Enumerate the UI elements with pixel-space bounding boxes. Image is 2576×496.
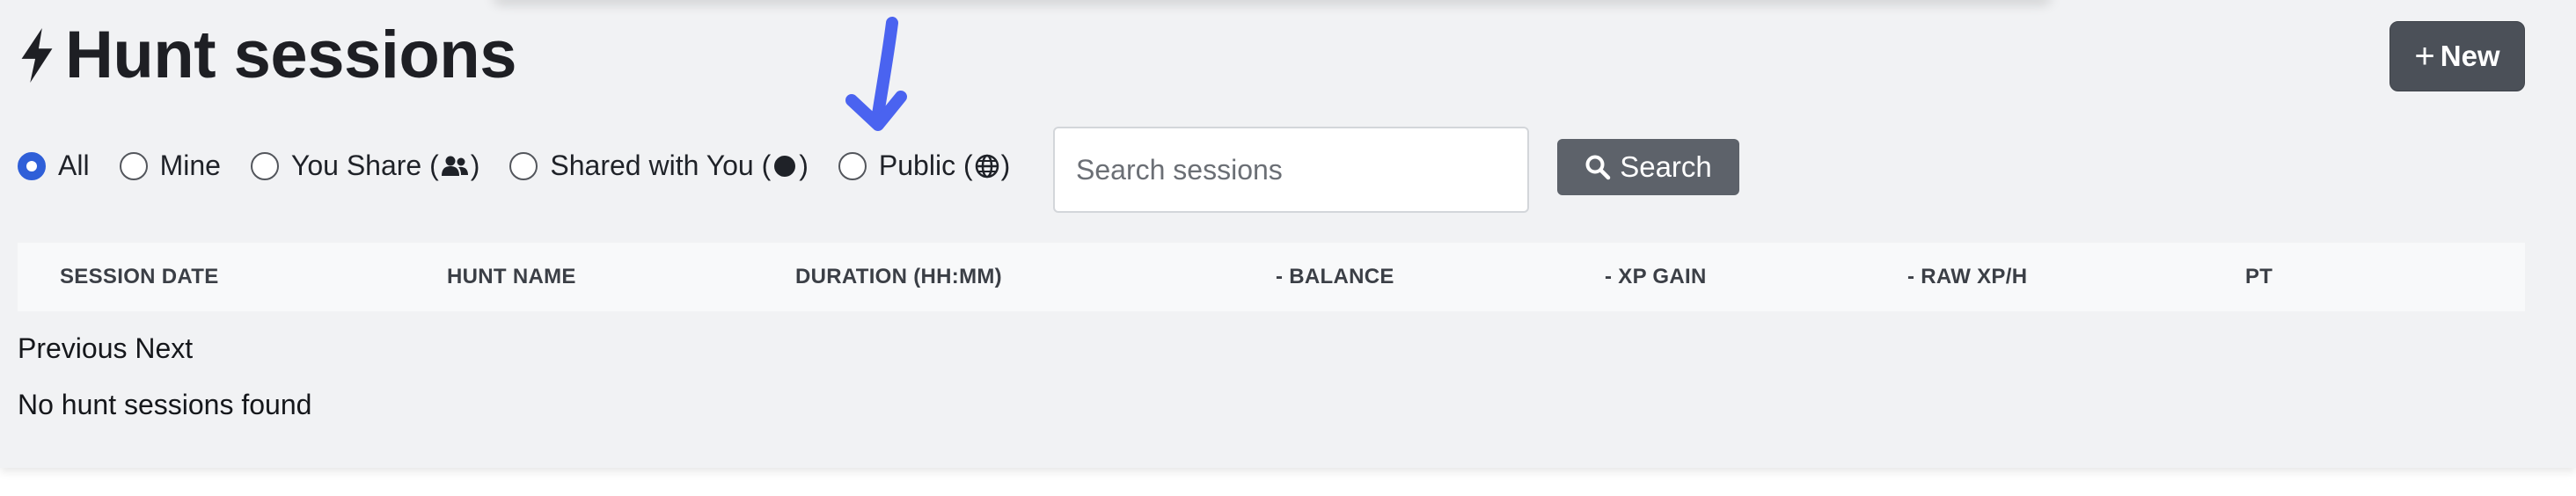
filter-shared-with-you[interactable]: Shared with You () xyxy=(509,150,809,182)
column-header-xp-gain[interactable]: - XP GAIN xyxy=(1605,243,1707,311)
search-button-label: Search xyxy=(1620,150,1712,183)
arrow-down-icon xyxy=(845,17,907,131)
filter-you-share[interactable]: You Share () xyxy=(250,150,480,182)
filter-public-label: Public xyxy=(878,150,956,181)
new-button[interactable]: + New xyxy=(2389,21,2525,91)
column-header-raw-xp-h[interactable]: - RAW XP/H xyxy=(1907,243,2027,311)
filled-circle-icon xyxy=(772,154,797,179)
next-link[interactable]: Next xyxy=(135,332,193,364)
filter-you-share-label: You Share xyxy=(290,150,422,181)
radio-mine[interactable] xyxy=(119,151,148,180)
new-button-label: New xyxy=(2440,40,2500,72)
filter-shared-with-you-wrap: Shared with You () xyxy=(550,150,809,181)
column-header-session-date[interactable]: SESSION DATE xyxy=(60,243,219,311)
search-icon xyxy=(1585,155,1611,180)
filter-all-label: All xyxy=(58,150,90,181)
radio-shared-with-you[interactable] xyxy=(509,151,538,180)
column-header-hunt-name[interactable]: HUNT NAME xyxy=(447,243,576,311)
main-panel: Hunt sessions + New All Mine You Share (… xyxy=(0,0,2576,468)
globe-icon xyxy=(975,154,999,179)
filter-mine[interactable]: Mine xyxy=(119,150,221,182)
empty-state-message: No hunt sessions found xyxy=(18,389,312,420)
radio-public[interactable] xyxy=(838,151,867,180)
filter-all[interactable]: All xyxy=(18,150,90,182)
filter-shared-with-you-label: Shared with You xyxy=(550,150,754,181)
search-input[interactable] xyxy=(1053,127,1529,213)
search-button[interactable]: Search xyxy=(1557,139,1739,195)
plus-icon: + xyxy=(2414,37,2435,76)
column-header-duration[interactable]: DURATION (HH:MM) xyxy=(795,243,1002,311)
filter-you-share-wrap: You Share () xyxy=(290,150,480,181)
previous-link[interactable]: Previous xyxy=(18,332,128,364)
pagination: Previous Next xyxy=(18,332,193,365)
bolt-icon xyxy=(18,28,56,83)
filter-public-wrap: Public () xyxy=(878,150,1011,181)
filter-mine-label: Mine xyxy=(159,150,221,181)
radio-all[interactable] xyxy=(18,151,46,180)
users-icon xyxy=(441,155,469,178)
radio-you-share[interactable] xyxy=(250,151,279,180)
page-title: Hunt sessions xyxy=(65,18,516,92)
table-header: SESSION DATE HUNT NAME DURATION (HH:MM) … xyxy=(18,243,2525,311)
column-header-pt[interactable]: PT xyxy=(2245,243,2272,311)
page-header: Hunt sessions xyxy=(18,16,516,95)
filter-public[interactable]: Public () xyxy=(838,150,1010,182)
column-header-balance[interactable]: - BALANCE xyxy=(1276,243,1394,311)
visibility-filter: All Mine You Share () Shared with You ()… xyxy=(18,150,1040,182)
